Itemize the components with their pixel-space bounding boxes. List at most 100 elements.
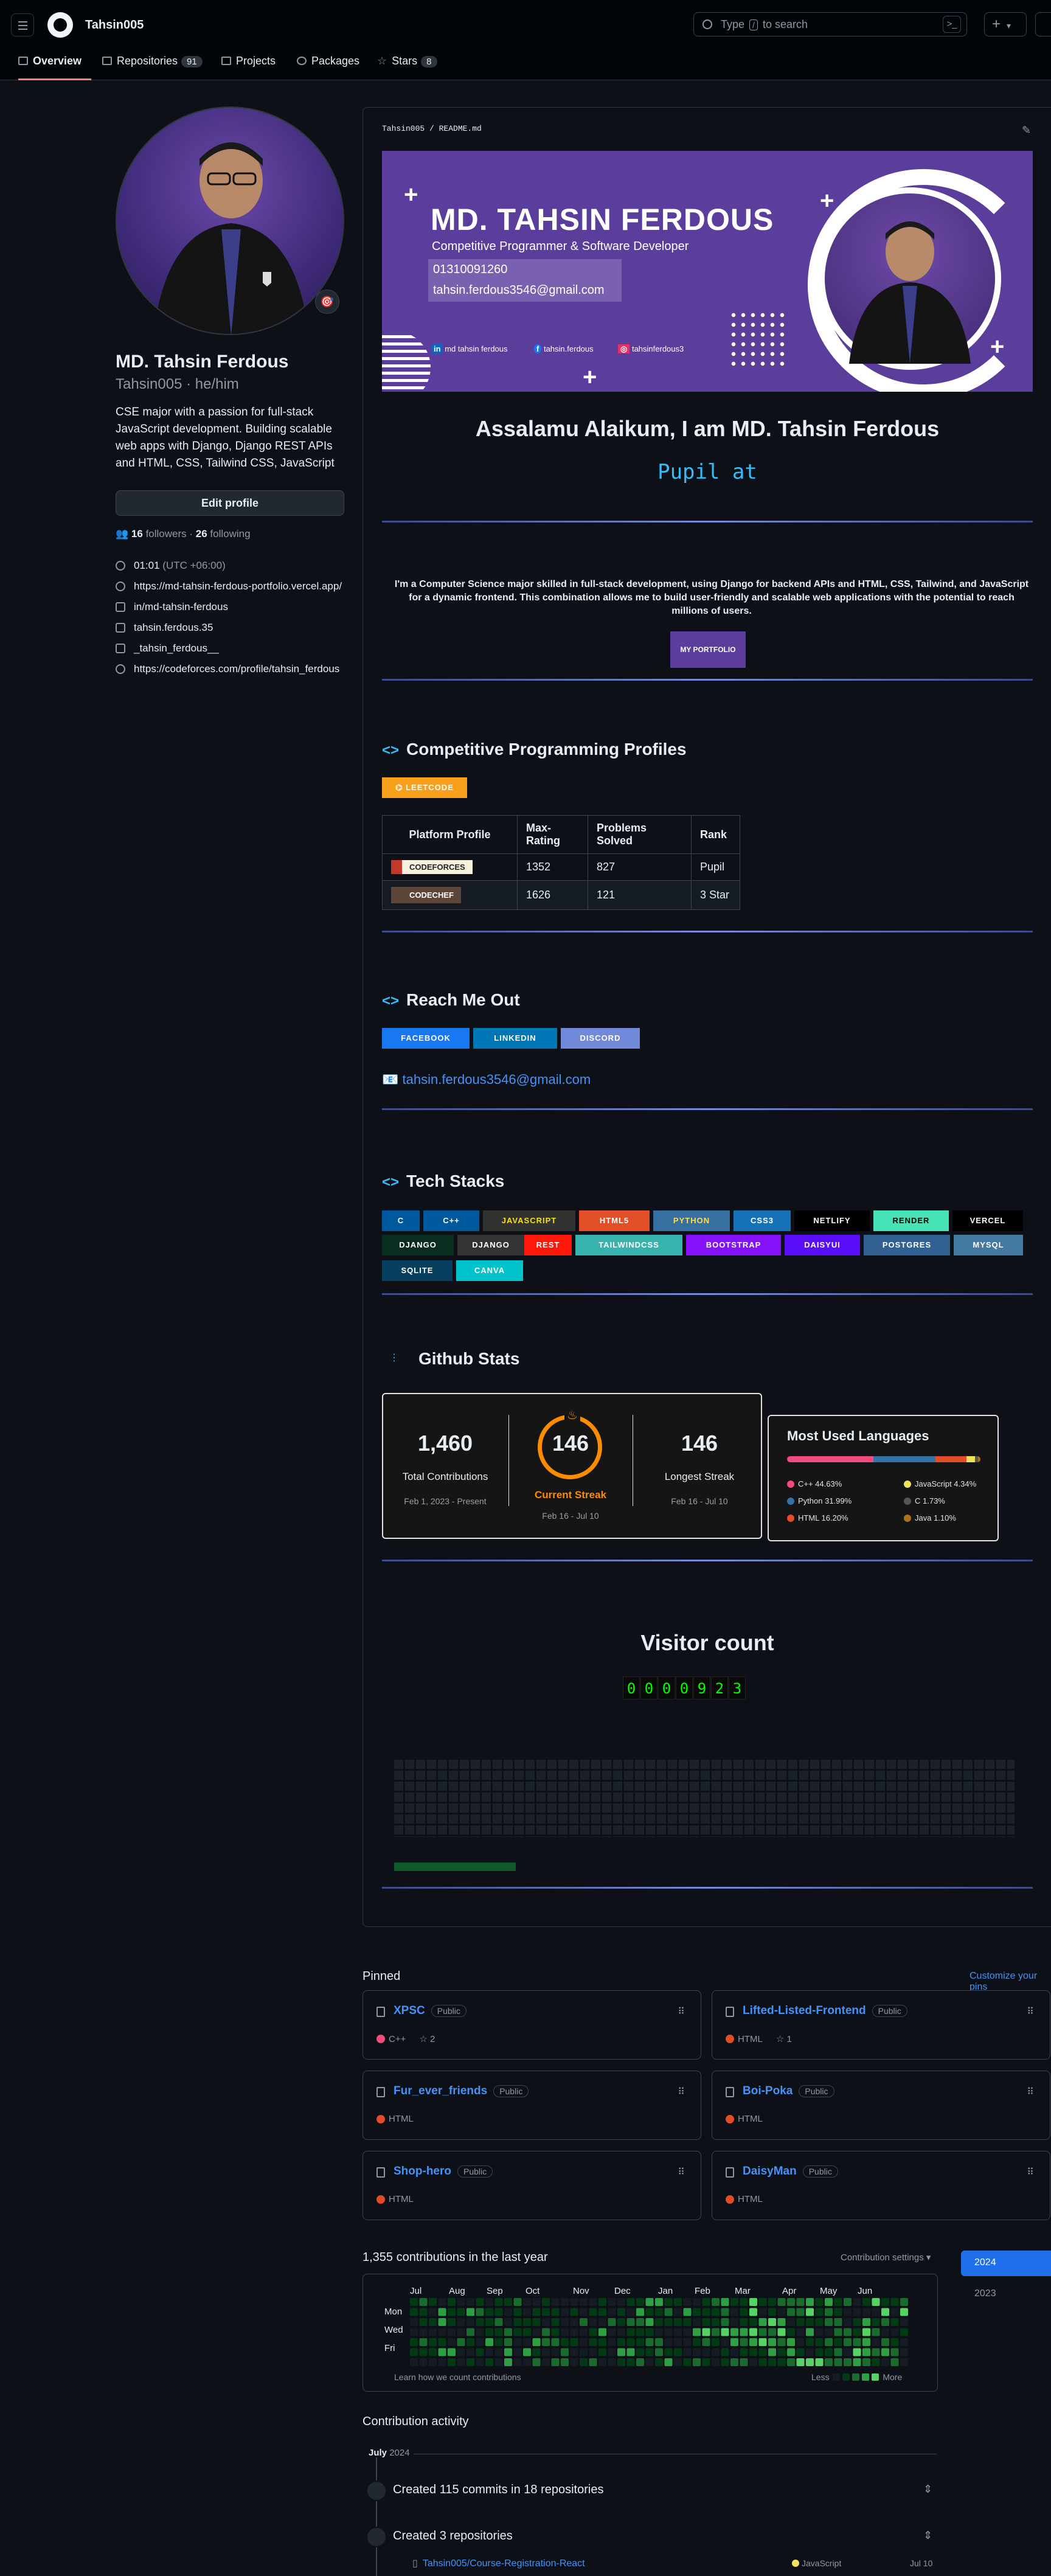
contribution-day[interactable] [749,2298,757,2306]
contribution-day[interactable] [881,2358,889,2366]
contribution-day[interactable] [448,2308,456,2316]
activity-commits[interactable]: Created 115 commits in 18 repositories [393,2483,603,2497]
contribution-day[interactable] [749,2308,757,2316]
contribution-day[interactable] [655,2328,663,2336]
contribution-day[interactable] [702,2318,710,2326]
contribution-day[interactable] [494,2358,503,2366]
contribution-day[interactable] [429,2338,437,2346]
contribution-day[interactable] [664,2318,673,2326]
contribution-day[interactable] [523,2358,531,2366]
contribution-day[interactable] [712,2338,720,2346]
contribution-day[interactable] [570,2348,578,2356]
contribution-day[interactable] [429,2328,437,2336]
contribution-day[interactable] [485,2338,493,2346]
contribution-day[interactable] [532,2358,541,2366]
contribution-day[interactable] [542,2308,550,2316]
contribution-day[interactable] [589,2298,597,2306]
contribution-day[interactable] [532,2328,541,2336]
contribution-day[interactable] [580,2338,588,2346]
contribution-day[interactable] [485,2298,493,2306]
codeforces-link[interactable]: https://codeforces.com/profile/tahsin_fe… [116,662,347,676]
contribution-day[interactable] [476,2338,484,2346]
star-count[interactable]: 1 [786,2034,791,2044]
contribution-day[interactable] [683,2308,692,2316]
contribution-day[interactable] [608,2318,616,2326]
contribution-day[interactable] [626,2298,635,2306]
contribution-day[interactable] [815,2328,824,2336]
contribution-day[interactable] [419,2298,428,2306]
contribution-day[interactable] [758,2348,767,2356]
contribution-day[interactable] [664,2308,673,2316]
contribution-day[interactable] [730,2338,738,2346]
contribution-day[interactable] [834,2348,842,2356]
contribution-day[interactable] [683,2348,692,2356]
contribution-day[interactable] [608,2298,616,2306]
contribution-day[interactable] [900,2358,908,2366]
contribution-day[interactable] [900,2298,908,2306]
contribution-day[interactable] [608,2328,616,2336]
contribution-day[interactable] [448,2348,456,2356]
contribution-day[interactable] [834,2308,842,2316]
contribution-day[interactable] [758,2328,767,2336]
contribution-day[interactable] [693,2358,701,2366]
contribution-day[interactable] [683,2298,692,2306]
contribution-day[interactable] [834,2318,842,2326]
pinned-repo-card[interactable]: Boi-Poka Public ⠿ HTML [712,2071,1050,2140]
contribution-day[interactable] [664,2298,673,2306]
contribution-day[interactable] [702,2298,710,2306]
contribution-day[interactable] [513,2318,522,2326]
contribution-day[interactable] [523,2348,531,2356]
contribution-day[interactable] [806,2318,814,2326]
contribution-day[interactable] [758,2358,767,2366]
tab-stars[interactable]: ☆ Stars 8 [377,51,437,80]
portfolio-button[interactable]: MY PORTFOLIO [670,631,746,668]
pinned-repo-card[interactable]: XPSC Public ⠿ C++ ☆ 2 [362,1990,701,2060]
contribution-day[interactable] [749,2348,757,2356]
contribution-day[interactable] [419,2338,428,2346]
contribution-day[interactable] [626,2338,635,2346]
contribution-day[interactable] [467,2338,474,2346]
contribution-day[interactable] [636,2308,644,2316]
drag-handle-icon[interactable]: ⠿ [1027,2166,1034,2178]
pencil-icon[interactable]: ✎ [1022,124,1034,136]
contribution-day[interactable] [608,2338,616,2346]
contribution-day[interactable] [589,2358,597,2366]
contribution-day[interactable] [504,2328,512,2336]
contribution-day[interactable] [796,2348,805,2356]
contribution-day[interactable] [504,2318,512,2326]
contribution-day[interactable] [730,2348,738,2356]
contribution-day[interactable] [589,2308,597,2316]
contribution-day[interactable] [626,2358,635,2366]
contribution-day[interactable] [815,2318,824,2326]
contribution-day[interactable] [815,2338,824,2346]
contribution-day[interactable] [438,2298,446,2306]
contribution-day[interactable] [796,2338,805,2346]
contribution-day[interactable] [825,2348,833,2356]
contribution-day[interactable] [448,2298,456,2306]
contribution-day[interactable] [768,2318,776,2326]
contribution-day[interactable] [438,2358,446,2366]
contribution-day[interactable] [551,2308,560,2316]
contribution-day[interactable] [900,2328,908,2336]
contribution-day[interactable] [881,2338,889,2346]
customize-pins-link[interactable]: Customize your pins [969,1971,1051,1993]
contribution-day[interactable] [683,2328,692,2336]
contribution-day[interactable] [777,2318,786,2326]
contribution-day[interactable] [749,2318,757,2326]
contribution-day[interactable] [504,2298,512,2306]
contribution-day[interactable] [900,2348,908,2356]
website-url[interactable]: https://md-tahsin-ferdous-portfolio.verc… [134,580,342,592]
contribution-day[interactable] [693,2298,701,2306]
contribution-day[interactable] [693,2308,701,2316]
contribution-day[interactable] [551,2338,560,2346]
contribution-day[interactable] [740,2358,748,2366]
contribution-day[interactable] [636,2318,644,2326]
contribution-day[interactable] [494,2318,503,2326]
facebook-link[interactable]: tahsin.ferdous.35 [116,620,347,635]
contribution-day[interactable] [617,2358,625,2366]
learn-contributions-link[interactable]: Learn how we count contributions [394,2372,521,2382]
contribution-day[interactable] [815,2348,824,2356]
contribution-day[interactable] [570,2328,578,2336]
repo-name-text[interactable]: XPSC [394,2004,425,2017]
contribution-day[interactable] [881,2308,889,2316]
